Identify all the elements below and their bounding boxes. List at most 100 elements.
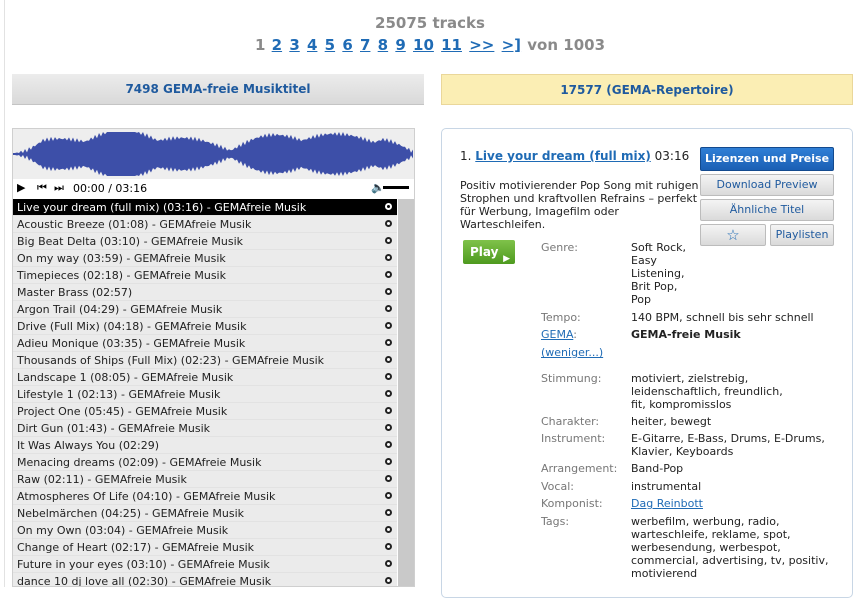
track-row[interactable]: On my Own (03:04) - GEMAfreie Musik [13,522,397,539]
download-icon[interactable] [385,577,392,584]
tab-gema-repertoire[interactable]: 17577 (GEMA-Repertoire) [441,74,853,105]
composer-value: Dag Reinbott [631,497,836,510]
less-link[interactable]: (weniger...) [541,346,603,359]
waveform[interactable] [13,129,414,179]
track-row[interactable]: Master Brass (02:57) [13,284,397,301]
track-row[interactable]: Timepieces (02:18) - GEMAfreie Musik [13,267,397,284]
download-icon[interactable] [385,237,392,244]
track-row[interactable]: Lifestyle 1 (02:13) - GEMAfreie Musik [13,386,397,403]
track-row[interactable]: On my way (03:59) - GEMAfreie Musik [13,250,397,267]
page-link[interactable]: 3 [289,36,299,54]
instrument-label: Instrument: [541,432,606,445]
page-link[interactable]: 11 [441,36,462,54]
download-icon[interactable] [385,271,392,278]
download-icon[interactable] [385,220,392,227]
download-icon[interactable] [385,543,392,550]
track-row[interactable]: Argon Trail (04:29) - GEMAfreie Musik [13,301,397,318]
character-value: heiter, bewegt [631,415,712,428]
page-link[interactable]: 2 [272,36,282,54]
similar-tracks-button[interactable]: Ähnliche Titel [700,199,834,221]
playlists-button[interactable]: Playlisten [770,224,834,246]
track-row-label: On my way (03:59) - GEMAfreie Musik [17,252,226,265]
track-row[interactable]: Nebelmärchen (04:25) - GEMAfreie Musik [13,505,397,522]
track-row[interactable]: Project One (05:45) - GEMAfreie Musik [13,403,397,420]
license-button[interactable]: Lizenzen und Preise [700,147,834,171]
download-icon[interactable] [385,390,392,397]
download-icon[interactable] [385,526,392,533]
audio-player: ▶ ⏮ ⏭ 00:00 / 03:16 🔈 Live your dream (f… [12,128,415,587]
track-row-label: Project One (05:45) - GEMAfreie Musik [17,405,228,418]
download-icon[interactable] [385,339,392,346]
tags-label: Tags: [541,515,570,528]
composer-link[interactable]: Dag Reinbott [631,497,703,510]
track-detail-panel: 1. Live your dream (full mix) 03:16 Posi… [441,128,853,598]
track-row[interactable]: Future in your eyes (03:10) - GEMAfreie … [13,556,397,573]
track-title-link[interactable]: Live your dream (full mix) [475,149,651,163]
download-icon[interactable] [385,424,392,431]
download-icon[interactable] [385,509,392,516]
download-icon[interactable] [385,407,392,414]
track-row[interactable]: Dirt Gun (01:43) - GEMAfreie Musik [13,420,397,437]
track-row[interactable]: It Was Always You (02:29) [13,437,397,454]
track-row[interactable]: Thousands of Ships (Full Mix) (02:23) - … [13,352,397,369]
track-row-active[interactable]: Live your dream (full mix) (03:16) - GEM… [13,199,397,216]
vocal-value: instrumental [631,480,702,493]
track-row[interactable]: dance 10 dj love all (02:30) - GEMAfreie… [13,573,397,586]
play-icon[interactable]: ▶ [17,181,25,194]
download-icon[interactable] [385,492,392,499]
track-row[interactable]: Big Beat Delta (03:10) - GEMAfreie Musik [13,233,397,250]
page-link[interactable]: 7 [360,36,370,54]
page-link[interactable]: 10 [413,36,434,54]
page-next-link[interactable]: >> [469,36,494,54]
track-row[interactable]: Change of Heart (02:17) - GEMAfreie Musi… [13,539,397,556]
play-arrow-icon: ▶ [503,254,510,264]
track-row[interactable]: Landscape 1 (08:05) - GEMAfreie Musik [13,369,397,386]
page-link[interactable]: 6 [342,36,352,54]
track-row-label: Raw (02:11) - GEMAfreie Musik [17,473,187,486]
next-icon[interactable]: ⏭ [54,181,64,195]
page-link[interactable]: 5 [325,36,335,54]
download-icon[interactable] [385,305,392,312]
download-icon[interactable] [385,560,392,567]
track-row-label: Dirt Gun (01:43) - GEMAfreie Musik [17,422,211,435]
download-icon[interactable] [385,475,392,482]
play-button[interactable]: Play ▶ [463,240,515,264]
track-row-label: Landscape 1 (08:05) - GEMAfreie Musik [17,371,234,384]
track-row[interactable]: Acoustic Breeze (01:08) - GEMAfreie Musi… [13,216,397,233]
gema-label: GEMA: [541,328,577,341]
download-icon[interactable] [385,288,392,295]
character-label: Charakter: [541,415,600,428]
download-icon[interactable] [385,322,392,329]
gema-value: GEMA-freie Musik [631,328,741,341]
track-count: 25075 tracks [375,14,485,32]
gema-link[interactable]: GEMA [541,328,573,341]
page-link[interactable]: 9 [395,36,405,54]
track-row[interactable]: Drive (Full Mix) (04:18) - GEMAfreie Mus… [13,318,397,335]
prev-icon[interactable]: ⏮ [37,181,47,195]
page-frame-line [4,0,5,587]
track-row-label: Lifestyle 1 (02:13) - GEMAfreie Musik [17,388,221,401]
page-last-link[interactable]: >] [502,36,521,54]
page-current: 1 [254,36,266,54]
page-link[interactable]: 8 [378,36,388,54]
volume-slider[interactable] [383,186,409,189]
download-icon[interactable] [385,373,392,380]
page-link[interactable]: 4 [307,36,317,54]
track-row[interactable]: Atmospheres Of Life (04:10) - GEMAfreie … [13,488,397,505]
instrument-value: E-Gitarre, E-Bass, Drums, E-Drums, Klavi… [631,432,825,458]
download-icon[interactable] [385,458,392,465]
download-icon[interactable] [385,356,392,363]
tab-gema-free[interactable]: 7498 GEMA-freie Musiktitel [12,74,424,105]
play-label: Play [470,245,499,259]
favorite-star-icon[interactable]: ☆ [700,224,766,246]
track-row[interactable]: Adieu Monique (03:35) - GEMAfreie Musik [13,335,397,352]
download-icon[interactable] [385,254,392,261]
download-preview-button[interactable]: Download Preview [700,174,834,196]
download-icon[interactable] [385,203,392,210]
track-row[interactable]: Menacing dreams (02:09) - GEMAfreie Musi… [13,454,397,471]
download-icon[interactable] [385,441,392,448]
track-row[interactable]: Raw (02:11) - GEMAfreie Musik [13,471,397,488]
track-title-line: 1. Live your dream (full mix) 03:16 [460,149,689,163]
track-row-label: Acoustic Breeze (01:08) - GEMAfreie Musi… [17,218,252,231]
scrollbar[interactable] [398,199,414,586]
